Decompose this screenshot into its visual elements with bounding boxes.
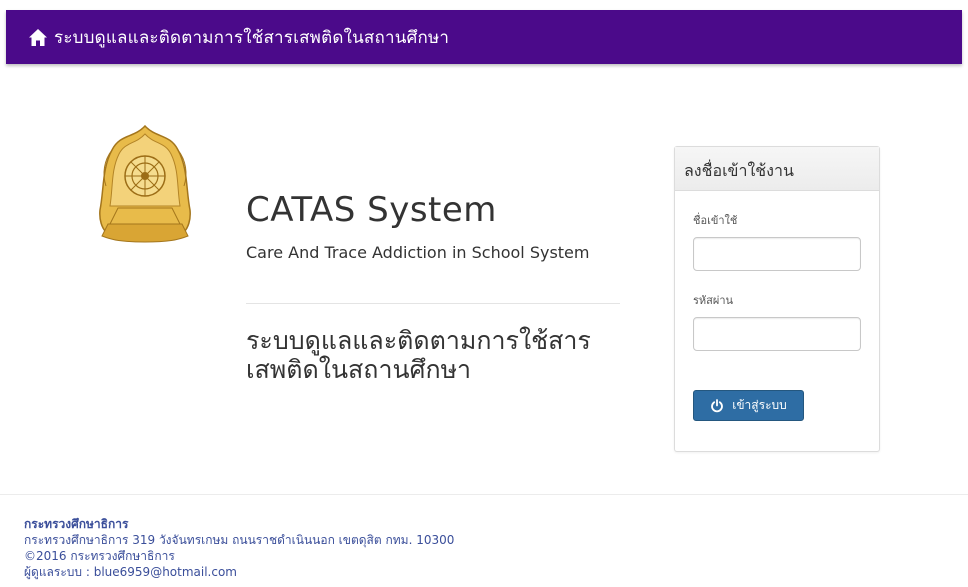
password-input[interactable] (693, 317, 861, 351)
password-label: รหัสผ่าน (693, 294, 734, 307)
login-panel-heading: ลงชื่อเข้าใช้งาน (675, 147, 879, 191)
hero-thai-title: ระบบดูแลและติดตามการใช้สารเสพติดในสถานศึ… (246, 326, 591, 384)
login-button-label: เข้าสู่ระบบ (732, 398, 787, 412)
power-icon (710, 398, 724, 413)
username-input[interactable] (693, 237, 861, 271)
footer: กระทรวงศึกษาธิการ กระทรวงศึกษาธิการ 319 … (24, 516, 454, 580)
home-icon[interactable] (28, 27, 48, 47)
top-navbar: ระบบดูแลและติดตามการใช้สารเสพติดในสถานศึ… (6, 10, 962, 64)
login-panel: ลงชื่อเข้าใช้งาน ชื่อเข้าใช้ รหัสผ่าน เข… (674, 146, 880, 452)
hero-subtitle: Care And Trace Addiction in School Syste… (246, 243, 590, 262)
ministry-emblem-logo (98, 124, 192, 244)
navbar-brand[interactable]: ระบบดูแลและติดตามการใช้สารเสพติดในสถานศึ… (54, 24, 449, 51)
footer-divider (0, 494, 968, 495)
hero-title: CATAS System (246, 190, 497, 230)
hero-divider (246, 303, 620, 304)
footer-address: กระทรวงศึกษาธิการ 319 วังจันทรเกษม ถนนรา… (24, 533, 455, 547)
login-panel-body: ชื่อเข้าใช้ รหัสผ่าน เข้าสู่ระบบ (675, 191, 879, 421)
footer-admin-contact: ผู้ดูแลระบบ : blue6959@hotmail.com (24, 565, 237, 579)
footer-copyright: ©2016 กระทรวงศึกษาธิการ (24, 549, 175, 563)
login-button[interactable]: เข้าสู่ระบบ (693, 390, 804, 421)
username-label: ชื่อเข้าใช้ (693, 214, 738, 227)
footer-org: กระทรวงศึกษาธิการ (24, 517, 129, 531)
